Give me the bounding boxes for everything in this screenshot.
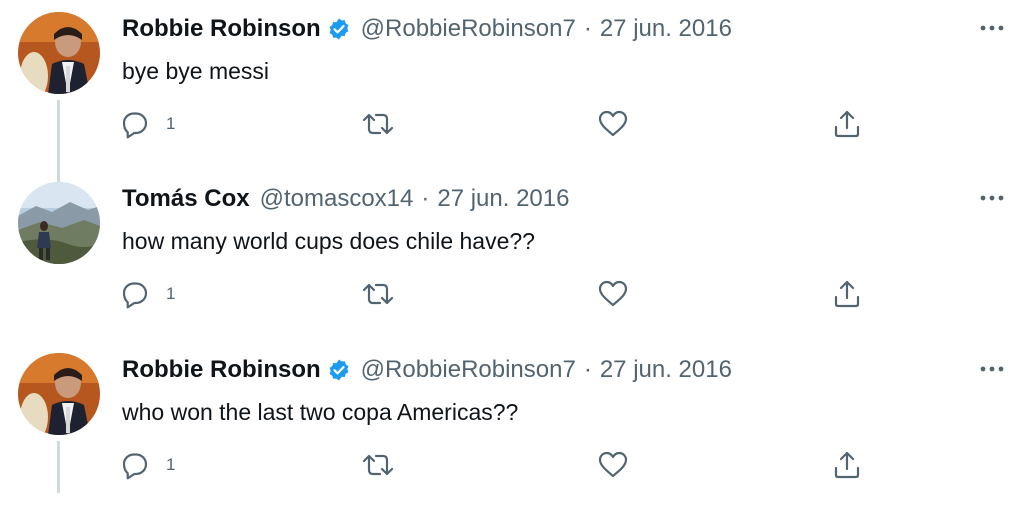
retweet-button[interactable] (360, 274, 396, 314)
retweet-button[interactable] (360, 445, 396, 485)
tweet-header: Tomás Cox @tomascox14 · 27 jun. 2016 (122, 184, 569, 214)
share-icon (834, 451, 860, 479)
reply-icon (122, 112, 148, 139)
share-icon (834, 280, 860, 308)
retweet-icon (362, 454, 394, 476)
share-button[interactable] (830, 104, 864, 144)
author-name[interactable]: Robbie Robinson (122, 14, 321, 44)
reply-count: 1 (166, 455, 176, 474)
author-handle[interactable]: @tomascox14 (260, 184, 414, 214)
avatar-tomas-image (18, 182, 100, 264)
more-icon (980, 366, 1004, 372)
more-icon (980, 195, 1004, 201)
author-name[interactable]: Tomás Cox (122, 184, 250, 214)
reply-icon (122, 453, 148, 480)
reply-count: 1 (166, 114, 176, 133)
tweet[interactable]: Tomás Cox @tomascox14 · 27 jun. 2016 how… (0, 170, 1028, 340)
tweet-actions: 1 (118, 104, 878, 144)
heart-icon (598, 110, 628, 137)
tweet-text: bye bye messi (122, 58, 270, 84)
more-options-button[interactable] (972, 16, 1012, 40)
avatar[interactable] (18, 182, 100, 264)
author-handle[interactable]: @RobbieRobinson7 (361, 355, 576, 385)
avatar[interactable] (18, 12, 100, 94)
share-button[interactable] (830, 445, 864, 485)
heart-icon (598, 451, 628, 478)
tweet-actions: 1 (118, 274, 878, 314)
tweet-date[interactable]: 27 jun. 2016 (437, 184, 569, 214)
reply-button[interactable]: 1 (118, 104, 175, 144)
tweet[interactable]: Robbie Robinson @RobbieRobinson7 · 27 ju… (0, 341, 1028, 511)
more-options-button[interactable] (972, 186, 1012, 210)
tweet-header: Robbie Robinson @RobbieRobinson7 · 27 ju… (122, 14, 732, 44)
verified-badge-icon (327, 17, 351, 41)
retweet-button[interactable] (360, 104, 396, 144)
reply-button[interactable]: 1 (118, 445, 175, 485)
avatar-robbie-image (18, 12, 100, 94)
tweet-header: Robbie Robinson @RobbieRobinson7 · 27 ju… (122, 355, 732, 385)
like-button[interactable] (596, 445, 630, 485)
header-separator: · (583, 356, 592, 383)
retweet-icon (362, 113, 394, 135)
thread-connector (57, 441, 60, 493)
share-button[interactable] (830, 274, 864, 314)
avatar[interactable] (18, 353, 100, 435)
tweet-date[interactable]: 27 jun. 2016 (600, 355, 732, 385)
tweet-text: who won the last two copa Americas?? (122, 399, 519, 425)
retweet-icon (362, 283, 394, 305)
avatar-robbie-image (18, 353, 100, 435)
like-button[interactable] (596, 104, 630, 144)
tweet-thread: Robbie Robinson @RobbieRobinson7 · 27 ju… (0, 0, 1028, 493)
header-separator: · (583, 15, 592, 42)
like-button[interactable] (596, 274, 630, 314)
tweet-actions: 1 (118, 445, 878, 485)
more-options-button[interactable] (972, 357, 1012, 381)
tweet-date[interactable]: 27 jun. 2016 (600, 14, 732, 44)
verified-badge-icon (327, 358, 351, 382)
tweet-text: how many world cups does chile have?? (122, 228, 535, 254)
heart-icon (598, 280, 628, 307)
author-name[interactable]: Robbie Robinson (122, 355, 321, 385)
reply-icon (122, 282, 148, 309)
reply-button[interactable]: 1 (118, 274, 175, 314)
more-icon (980, 25, 1004, 31)
author-handle[interactable]: @RobbieRobinson7 (361, 14, 576, 44)
header-separator: · (421, 185, 430, 212)
tweet[interactable]: Robbie Robinson @RobbieRobinson7 · 27 ju… (0, 0, 1028, 184)
reply-count: 1 (166, 284, 176, 303)
share-icon (834, 110, 860, 138)
